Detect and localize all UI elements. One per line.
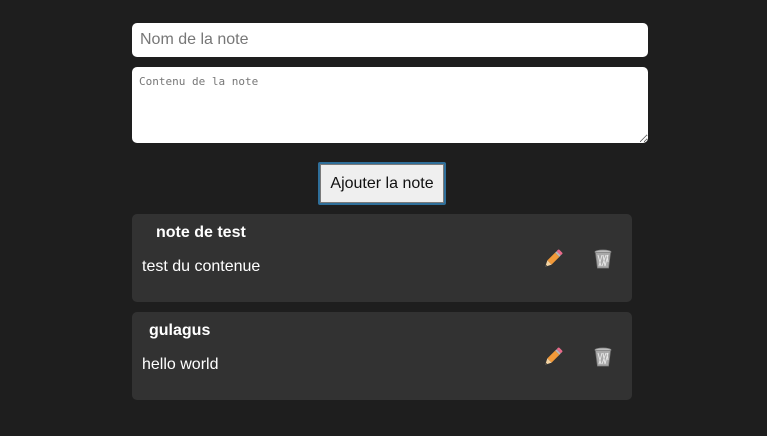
note-title: note de test (156, 224, 246, 241)
delete-note-button[interactable] (590, 344, 616, 370)
pencil-icon (541, 345, 565, 369)
note-card: note de test test du contenue (132, 214, 632, 302)
note-content: test du contenue (142, 258, 261, 275)
trash-icon (592, 248, 614, 270)
note-title-input[interactable] (132, 23, 648, 57)
note-content: hello world (142, 356, 219, 373)
trash-icon (592, 346, 614, 368)
note-card: gulagus hello world (132, 312, 632, 400)
edit-note-button[interactable] (540, 344, 566, 370)
note-title: gulagus (149, 322, 211, 339)
add-note-button[interactable]: Ajouter la note (318, 162, 446, 205)
note-content-input[interactable] (132, 67, 648, 143)
edit-note-button[interactable] (540, 246, 566, 272)
delete-note-button[interactable] (590, 246, 616, 272)
pencil-icon (541, 247, 565, 271)
